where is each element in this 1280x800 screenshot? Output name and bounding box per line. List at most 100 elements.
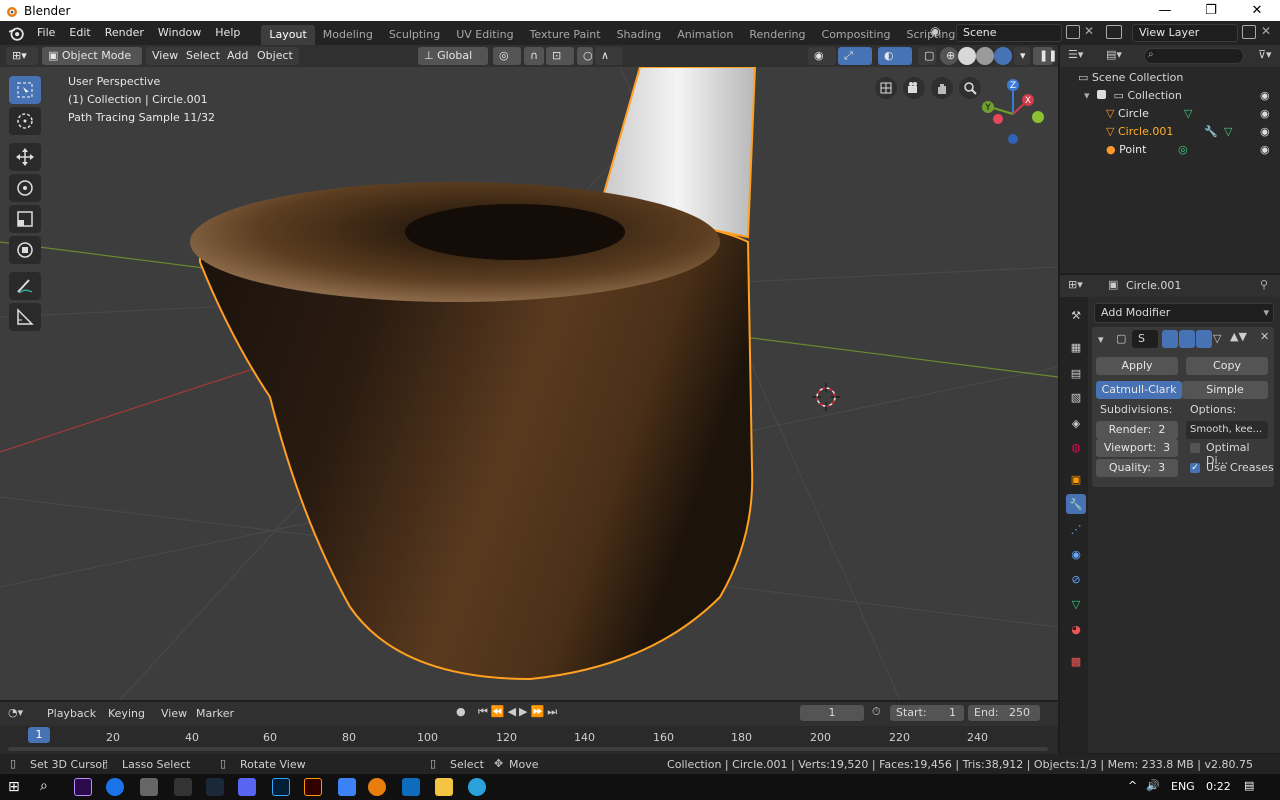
windows-search-icon[interactable]: ⌕ <box>40 778 48 794</box>
xray-icon[interactable]: ▢ <box>918 47 936 65</box>
quality-field[interactable]: Quality: 3 <box>1096 459 1178 477</box>
solid-shading-icon[interactable] <box>958 47 976 65</box>
shading-options-icon[interactable]: ▾ <box>1014 47 1030 65</box>
current-frame-field[interactable]: 1 <box>800 705 864 721</box>
close-button[interactable]: ✕ <box>1234 0 1280 21</box>
editmode-toggle-icon[interactable] <box>1196 330 1212 348</box>
copy-button[interactable]: Copy <box>1186 357 1268 375</box>
blender-menu-icon[interactable] <box>8 25 24 41</box>
particles-tab-icon[interactable]: ⋰ <box>1066 519 1086 539</box>
tab-compositing[interactable]: Compositing <box>814 25 899 45</box>
output-tab-icon[interactable]: ▤ <box>1066 363 1086 383</box>
collection-eye-icon[interactable]: ◉ <box>1260 87 1270 105</box>
optimal-display-checkbox[interactable] <box>1190 443 1200 453</box>
modifier-tab-icon[interactable]: 🔧 <box>1066 494 1086 514</box>
3d-viewport[interactable]: User Perspective (1) Collection | Circle… <box>0 67 1058 700</box>
premiere-app-icon[interactable] <box>74 778 92 796</box>
new-scene-icon[interactable] <box>1066 25 1080 39</box>
scale-tool[interactable] <box>9 205 41 233</box>
outliner-item-circle-001[interactable]: ▽ Circle.001 🔧 ▽ ◉ <box>1060 123 1280 141</box>
scene-icon[interactable]: ◉ <box>930 24 950 42</box>
cursor-tool[interactable] <box>9 107 41 135</box>
scene-tab-icon[interactable]: ◈ <box>1066 413 1086 433</box>
orientation-dropdown[interactable]: ⊥ Global <box>418 47 488 65</box>
start-frame-field[interactable]: Start: 1 <box>890 705 964 721</box>
tab-shading[interactable]: Shading <box>609 25 670 45</box>
properties-editor-icon[interactable]: ⊞▾ <box>1068 278 1083 291</box>
move-tool[interactable] <box>9 143 41 171</box>
navigation-gizmo[interactable]: Z Y X <box>978 77 1053 152</box>
visibility-icon[interactable]: ◉ <box>808 47 836 65</box>
simple-button[interactable]: Simple <box>1182 381 1268 399</box>
notifications-icon[interactable]: ▤ <box>1244 779 1254 792</box>
playback-controls-icon[interactable]: ⏮⏪◀▶⏩⏭ <box>478 705 560 719</box>
outliner-search-input[interactable] <box>1144 48 1244 64</box>
uv-smooth-dropdown[interactable]: Smooth, kee... <box>1186 421 1268 439</box>
timeline-editor-icon[interactable]: ◔▾ <box>8 706 23 719</box>
pause-render-icon[interactable]: ❚❚ <box>1033 47 1057 65</box>
annotate-tool[interactable] <box>9 272 41 300</box>
menu-edit[interactable]: Edit <box>62 21 97 45</box>
tray-chevron-icon[interactable]: ^ <box>1128 779 1137 792</box>
toggle-camera-view-icon[interactable] <box>875 77 897 99</box>
point-eye-icon[interactable]: ◉ <box>1260 141 1270 159</box>
modifier-name-field[interactable]: S <box>1132 330 1158 348</box>
collapse-modifier-icon[interactable]: ▾ <box>1098 333 1104 346</box>
menu-file[interactable]: File <box>30 21 62 45</box>
collection-checkbox[interactable] <box>1097 90 1107 99</box>
pin-icon[interactable]: ⚲ <box>1260 278 1268 291</box>
record-icon[interactable]: ● <box>456 705 466 718</box>
render-toggle-icon[interactable] <box>1162 330 1178 348</box>
outliner-collection[interactable]: ▾ ▭ Collection ◉ <box>1060 87 1280 105</box>
object-menu[interactable]: Object <box>251 47 299 65</box>
tab-rendering[interactable]: Rendering <box>741 25 813 45</box>
rendered-shading-icon[interactable] <box>994 47 1012 65</box>
discord-app-icon[interactable] <box>238 778 256 796</box>
view-layer-field[interactable]: View Layer <box>1132 24 1238 42</box>
explorer-app-icon[interactable] <box>435 778 453 796</box>
object-tab-icon[interactable]: ▣ <box>1066 469 1086 489</box>
browser-app-icon[interactable] <box>106 778 124 796</box>
timeline-view-menu[interactable]: View <box>161 707 187 720</box>
apply-button[interactable]: Apply <box>1096 357 1178 375</box>
snap-icon[interactable]: ∩ <box>524 47 544 65</box>
data-tab-icon[interactable]: ▽ <box>1066 594 1086 614</box>
tab-layout[interactable]: Layout <box>261 25 315 45</box>
render-tab-icon[interactable]: ▦ <box>1066 337 1086 357</box>
view-layer-icon[interactable] <box>1106 25 1122 39</box>
snap-target-icon[interactable]: ⊡ <box>546 47 574 65</box>
viewport-scene[interactable] <box>0 67 1058 700</box>
view-menu[interactable]: View <box>146 47 185 65</box>
steam-app-icon[interactable] <box>206 778 224 796</box>
end-frame-field[interactable]: End: 250 <box>968 705 1040 721</box>
measure-tool[interactable] <box>9 303 41 331</box>
add-modifier-dropdown[interactable]: Add Modifier ▾ <box>1094 303 1274 323</box>
tab-modeling[interactable]: Modeling <box>315 25 381 45</box>
render-levels-field[interactable]: Render: 2 <box>1096 421 1178 439</box>
overlay-toggle-icon[interactable]: ◐ <box>878 47 912 65</box>
texture-tab-icon[interactable]: ▩ <box>1066 651 1086 671</box>
mode-dropdown[interactable]: ▣ Object Mode <box>42 47 142 65</box>
camera-view-icon[interactable] <box>903 77 925 99</box>
display-mode-icon[interactable]: ▤▾ <box>1106 48 1122 61</box>
app-icon[interactable] <box>140 778 158 796</box>
app-icon[interactable] <box>338 778 356 796</box>
delete-view-layer-icon[interactable]: ✕ <box>1261 24 1271 38</box>
volume-icon[interactable]: 🔊 <box>1146 779 1160 792</box>
keying-menu[interactable]: Keying <box>108 707 145 720</box>
new-view-layer-icon[interactable] <box>1242 25 1256 39</box>
gizmo-toggle-icon[interactable]: ⤢ <box>838 47 872 65</box>
scene-name-field[interactable]: Scene <box>956 24 1062 42</box>
menu-render[interactable]: Render <box>98 21 151 45</box>
transform-tool[interactable] <box>9 236 41 264</box>
media-app-icon[interactable] <box>174 778 192 796</box>
clock[interactable]: 0:22 <box>1206 780 1231 793</box>
add-menu[interactable]: Add <box>221 47 255 65</box>
menu-help[interactable]: Help <box>208 21 247 45</box>
falloff-icon[interactable]: ∧ <box>595 47 623 65</box>
select-menu[interactable]: Select <box>180 47 226 65</box>
blender-app-icon[interactable] <box>368 778 386 796</box>
filter-icon[interactable]: ⊽▾ <box>1258 48 1272 61</box>
windows-start-icon[interactable]: ⊞ <box>8 779 20 795</box>
tab-sculpting[interactable]: Sculpting <box>381 25 448 45</box>
